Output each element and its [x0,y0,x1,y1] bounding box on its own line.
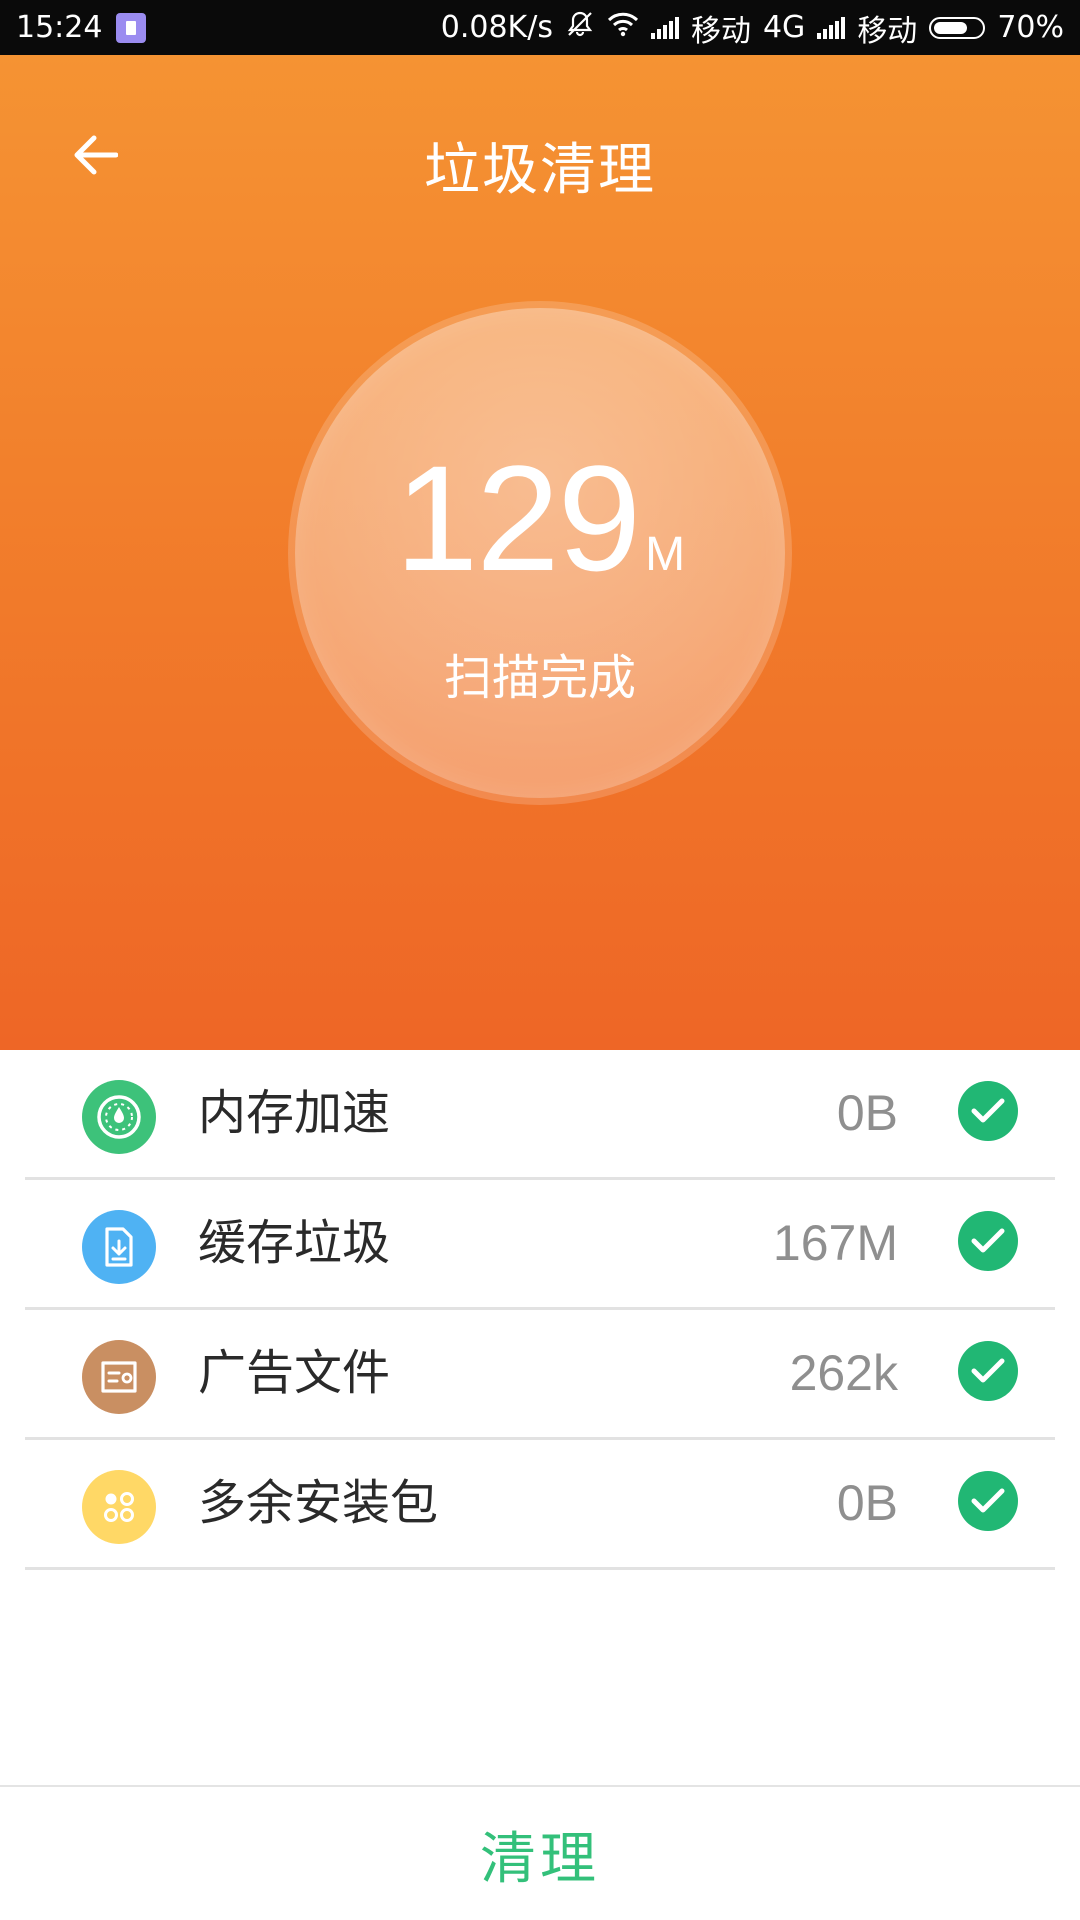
item-label: 广告文件 [198,1345,391,1401]
item-label: 内存加速 [198,1085,391,1141]
list-item-ad-files[interactable]: 广告文件 262k [25,1310,1055,1440]
item-size: 167M [772,1215,898,1271]
status-left: 15:24 [16,0,147,55]
status-right: 0.08K/s 移动 4G 移动 70% [441,0,1064,55]
junk-category-list: 内存加速 0B 缓存垃圾 167M 广告文件 262k 多余安装包 0B [0,1050,1080,1570]
checkbox-checked[interactable] [958,1341,1018,1401]
package-dots-icon [82,1470,156,1544]
junk-size-value: 129 [394,434,641,602]
list-item-cache-junk[interactable]: 缓存垃圾 167M [25,1180,1055,1310]
list-item-redundant-packages[interactable]: 多余安装包 0B [25,1440,1055,1570]
screen: 15:24 0.08K/s 移动 4G 移动 70% 垃圾清理 129 M 扫描… [0,0,1080,1920]
scan-status: 扫描完成 [443,650,636,706]
check-icon [971,1228,1005,1253]
junk-size: 129 M [295,443,785,593]
battery-percent: 70% [997,10,1064,45]
check-icon [971,1358,1005,1383]
network-type: 4G [762,10,806,45]
carrier-2: 移动 [857,13,918,49]
item-size: 0B [836,1085,898,1141]
speedometer-icon [82,1080,156,1154]
item-size: 0B [836,1475,898,1531]
clean-button[interactable]: 清理 [440,1804,640,1905]
item-label: 缓存垃圾 [198,1215,391,1271]
item-size: 262k [789,1345,898,1401]
carrier-1: 移动 [690,13,751,49]
bottom-action-bar: 清理 [0,1785,1080,1920]
battery-fill [934,21,967,34]
item-label: 多余安装包 [198,1475,439,1531]
signal-icon-2 [817,16,846,39]
junk-size-unit: M [645,528,686,581]
checkbox-checked[interactable] [958,1081,1018,1141]
header: 垃圾清理 129 M 扫描完成 [0,55,1080,1050]
wifi-icon [607,10,639,45]
mute-icon [565,9,595,47]
notification-app-icon [116,12,147,43]
network-speed: 0.08K/s [440,10,553,45]
scan-result-circle: 129 M 扫描完成 [295,308,785,798]
checkbox-checked[interactable] [958,1211,1018,1271]
checkbox-checked[interactable] [958,1471,1018,1531]
check-icon [971,1488,1005,1513]
status-time: 15:24 [16,10,103,45]
download-file-icon [82,1210,156,1284]
list-item-memory-boost[interactable]: 内存加速 0B [25,1050,1055,1180]
check-icon [971,1098,1005,1123]
status-bar: 15:24 0.08K/s 移动 4G 移动 70% [0,0,1080,55]
page-title: 垃圾清理 [424,138,656,203]
signal-icon [650,16,679,39]
battery-icon [929,16,986,39]
ad-file-icon [82,1340,156,1414]
